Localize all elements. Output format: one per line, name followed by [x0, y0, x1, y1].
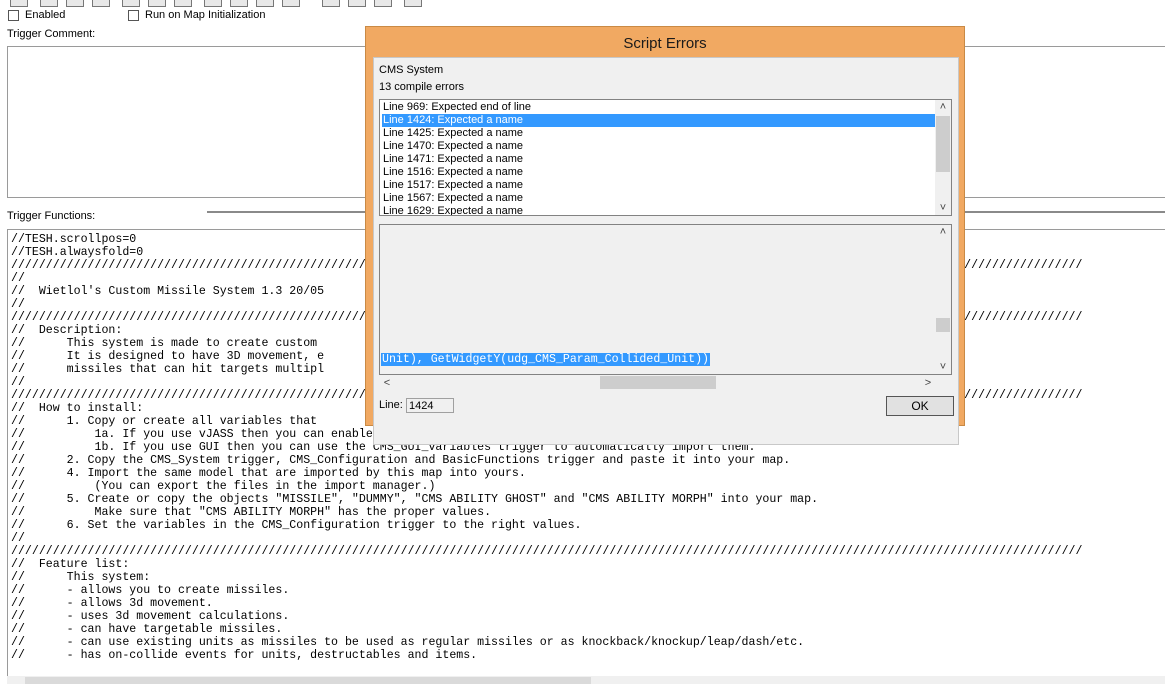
error-list-item[interactable]: Line 1425: Expected a name	[382, 127, 938, 140]
error-list-item[interactable]: Line 969: Expected end of line	[382, 101, 938, 114]
code-line: // This system is made to create custom	[11, 337, 318, 350]
run-on-init-checkbox[interactable]	[128, 10, 139, 21]
run-on-init-label: Run on Map Initialization	[145, 9, 266, 21]
toolbar-icon[interactable]	[256, 0, 274, 7]
error-list-item[interactable]: Line 1567: Expected a name	[382, 192, 938, 205]
toolbar-icon[interactable]	[66, 0, 84, 7]
error-list-item[interactable]: Line 1470: Expected a name	[382, 140, 938, 153]
toolbar-icon[interactable]	[282, 0, 300, 7]
error-list-item[interactable]: Line 1517: Expected a name	[382, 179, 938, 192]
scrollbar-thumb[interactable]	[936, 116, 950, 172]
toolbar-icon[interactable]	[322, 0, 340, 7]
code-line: // 2. Copy the CMS_System trigger, CMS_C…	[11, 454, 791, 467]
code-line: // - has on-collide events for units, de…	[11, 649, 478, 662]
trigger-comment-label: Trigger Comment:	[7, 28, 96, 40]
code-line: // 4. Import the same model that are imp…	[11, 467, 526, 480]
toolbar-icon[interactable]	[92, 0, 110, 7]
dialog-title: Script Errors	[623, 35, 707, 52]
code-line: // 5. Create or copy the objects "MISSIL…	[11, 493, 819, 506]
enabled-checkbox[interactable]	[8, 10, 19, 21]
code-line: // - uses 3d movement calculations.	[11, 610, 290, 623]
toolbar-icon[interactable]	[10, 0, 28, 7]
error-list-item[interactable]: Line 1424: Expected a name	[382, 114, 938, 127]
error-source-line: Unit), GetWidgetY(udg_CMS_Param_Collided…	[381, 353, 710, 366]
toolbar-icon[interactable]	[122, 0, 140, 7]
trigger-name: CMS System	[379, 64, 444, 76]
code-line: //	[11, 272, 25, 285]
code-line: // This system:	[11, 571, 151, 584]
code-line: ////////////////////////////////////////…	[11, 545, 1083, 558]
scroll-up-arrow-icon[interactable]: ˄	[935, 225, 951, 239]
code-line: // missiles that can hit targets multipl	[11, 363, 325, 376]
scrollbar-thumb[interactable]	[600, 376, 716, 389]
error-list-item[interactable]: Line 1471: Expected a name	[382, 153, 938, 166]
error-list-scrollbar[interactable]: ˄ ˅	[935, 100, 951, 215]
toolbar	[0, 0, 430, 7]
scrollbar-thumb[interactable]	[936, 318, 950, 332]
code-line: //TESH.scrollpos=0	[11, 233, 137, 246]
scrollbar-thumb[interactable]	[25, 677, 591, 684]
code-line: //TESH.alwaysfold=0	[11, 246, 144, 259]
code-line: // Description:	[11, 324, 123, 337]
code-line: //	[11, 376, 25, 389]
detail-vertical-scrollbar[interactable]: ˄ ˅	[935, 225, 951, 374]
error-list[interactable]: Line 1629: Expected a name Line 1567: Exp…	[379, 99, 952, 216]
scroll-left-arrow-icon[interactable]: <	[379, 376, 395, 390]
code-line: //	[11, 532, 25, 545]
scroll-up-arrow-icon[interactable]: ˄	[935, 100, 951, 114]
scroll-down-arrow-icon[interactable]: ˅	[935, 201, 951, 215]
error-list-item[interactable]: Line 1516: Expected a name	[382, 166, 938, 179]
detail-horizontal-scrollbar[interactable]: < >	[379, 375, 936, 391]
toolbar-icon[interactable]	[348, 0, 366, 7]
error-detail-view[interactable]: Unit), GetWidgetY(udg_CMS_Param_Collided…	[379, 224, 952, 375]
code-line: // (You can export the files in the impo…	[11, 480, 436, 493]
line-number-field[interactable]: 1424	[406, 398, 454, 413]
scroll-right-arrow-icon[interactable]: >	[920, 376, 936, 390]
code-line: // Make sure that "CMS ABILITY MORPH" ha…	[11, 506, 492, 519]
code-line: // - allows you to create missiles.	[11, 584, 290, 597]
toolbar-icon[interactable]	[230, 0, 248, 7]
code-line: // 1. Copy or create all variables that	[11, 415, 318, 428]
code-line: //	[11, 298, 25, 311]
code-line: // - can have targetable missiles.	[11, 623, 283, 636]
line-label: Line:	[379, 399, 403, 411]
code-line: // - allows 3d movement.	[11, 597, 213, 610]
dialog-body: CMS System 13 compile errors Line 1629: …	[373, 57, 959, 445]
toolbar-icon[interactable]	[148, 0, 166, 7]
code-line: // Wietlol's Custom Missile System 1.3 2…	[11, 285, 325, 298]
error-list-item[interactable]: Line 1629: Expected a name	[382, 205, 938, 215]
enabled-label: Enabled	[25, 9, 66, 21]
toolbar-icon[interactable]	[174, 0, 192, 7]
error-count: 13 compile errors	[379, 81, 464, 93]
toolbar-icon[interactable]	[204, 0, 222, 7]
scroll-down-arrow-icon[interactable]: ˅	[935, 360, 951, 374]
editor-horizontal-scrollbar[interactable]	[7, 676, 1165, 684]
ok-button[interactable]: OK	[886, 396, 954, 416]
code-line: // - can use existing units as missiles …	[11, 636, 805, 649]
toolbar-icon[interactable]	[40, 0, 58, 7]
script-errors-dialog: Script Errors CMS System 13 compile erro…	[365, 26, 965, 445]
code-line: // 6. Set the variables in the CMS_Confi…	[11, 519, 582, 532]
code-line: // Feature list:	[11, 558, 130, 571]
trigger-functions-label: Trigger Functions:	[7, 210, 96, 222]
toolbar-icon[interactable]	[374, 0, 392, 7]
code-line: // It is designed to have 3D movement, e	[11, 350, 325, 363]
code-line: // How to install:	[11, 402, 144, 415]
toolbar-icon[interactable]	[404, 0, 422, 7]
